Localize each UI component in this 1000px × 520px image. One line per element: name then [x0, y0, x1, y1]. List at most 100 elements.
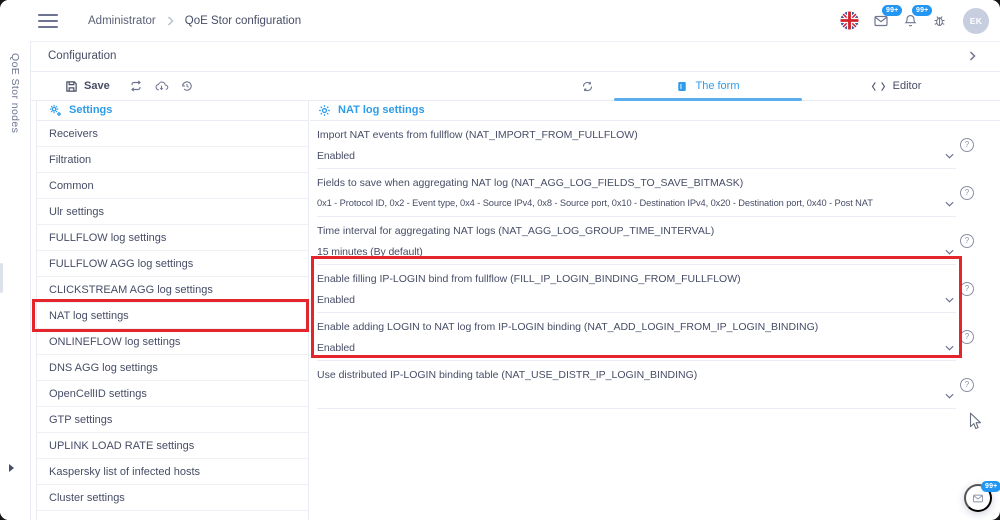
scrollbar-thumb[interactable]	[0, 263, 3, 293]
sidebar-item[interactable]: Filtration	[37, 147, 308, 173]
field-label: Enable adding LOGIN to NAT log from IP-L…	[317, 321, 956, 333]
form-field: Time interval for aggregating NAT logs (…	[317, 217, 956, 265]
field-select[interactable]: Enabled	[317, 342, 954, 354]
field-value: Enabled	[317, 150, 355, 162]
sidebar-item[interactable]: UPLINK LOAD RATE settings	[37, 433, 308, 459]
sidebar-item[interactable]: FULLFLOW log settings	[37, 225, 308, 251]
sidebar-item[interactable]: Common	[37, 173, 308, 199]
field-value: Enabled	[317, 294, 355, 306]
sidebar-item-label: DNS AGG log settings	[49, 362, 158, 374]
form-fields: Import NAT events from fullflow (NAT_IMP…	[317, 121, 956, 409]
form-panel: NAT log settings Import NAT events from …	[310, 100, 1000, 520]
field-label: Use distributed IP-LOGIN binding table (…	[317, 369, 956, 381]
toolbar-icons	[129, 79, 194, 93]
sidebar-item-label: Ulr settings	[49, 206, 104, 218]
chevron-down-icon[interactable]	[945, 249, 954, 255]
sidebar-item-label: Receivers	[49, 128, 98, 140]
help-icon[interactable]	[960, 330, 974, 344]
bug-report-icon[interactable]	[932, 13, 947, 28]
sidebar-item-label: UPLINK LOAD RATE settings	[49, 440, 194, 452]
settings-sidebar-title: Settings	[69, 104, 112, 116]
tab-the-form[interactable]: The form	[614, 72, 802, 100]
help-icon[interactable]	[960, 234, 974, 248]
body: Settings Receivers Filtration Common Ulr…	[31, 100, 1000, 520]
sidebar-item[interactable]: CLICKSTREAM AGG log settings	[37, 277, 308, 303]
form-field: Enable adding LOGIN to NAT log from IP-L…	[317, 313, 956, 361]
sidebar-item-label: NAT log settings	[49, 310, 129, 322]
form-field: Import NAT events from fullflow (NAT_IMP…	[317, 121, 956, 169]
field-value: Enabled	[317, 342, 355, 354]
save-floppy-icon	[65, 80, 78, 93]
chevron-down-icon[interactable]	[945, 345, 954, 351]
sidebar-item[interactable]: Cluster settings	[37, 485, 308, 511]
form-panel-header: NAT log settings	[310, 100, 1000, 121]
settings-sidebar-header: Settings	[37, 100, 308, 121]
chevron-down-icon[interactable]	[945, 393, 954, 399]
form-panel-title: NAT log settings	[338, 104, 425, 116]
sidebar-item[interactable]: DNS AGG log settings	[37, 355, 308, 381]
field-value: 0x1 - Protocol ID, 0x2 - Event type, 0x4…	[317, 198, 873, 210]
toolbar: Save	[31, 72, 1000, 101]
help-icon[interactable]	[960, 282, 974, 296]
refresh-icon[interactable]	[581, 80, 594, 93]
sidebar-item[interactable]: Ulr settings	[37, 199, 308, 225]
menu-icon[interactable]	[38, 14, 58, 28]
expand-arrow-icon[interactable]	[9, 464, 14, 472]
chevron-right-icon[interactable]	[969, 51, 976, 61]
save-button[interactable]: Save	[65, 80, 110, 93]
topbar: Administrator QoE Stor configuration	[0, 0, 1000, 42]
rail-label[interactable]: QoE Stor nodes	[9, 53, 21, 133]
form-field: Use distributed IP-LOGIN binding table (…	[317, 361, 956, 409]
chevron-down-icon[interactable]	[945, 297, 954, 303]
tab-label: Editor	[893, 80, 922, 92]
sidebar-item[interactable]: Kaspersky list of infected hosts	[37, 459, 308, 485]
sidebar-item[interactable]: Receivers	[37, 121, 308, 147]
content: Configuration Save	[31, 41, 1000, 520]
field-select[interactable]	[317, 390, 954, 402]
field-label: Enable filling IP-LOGIN bind from fullfl…	[317, 273, 956, 285]
field-label: Fields to save when aggregating NAT log …	[317, 177, 956, 189]
notifications-badge: 99+	[912, 5, 932, 16]
avatar[interactable]: EK	[963, 8, 989, 34]
field-label: Import NAT events from fullflow (NAT_IMP…	[317, 129, 956, 141]
sidebar-item[interactable]: FULLFLOW AGG log settings	[37, 251, 308, 277]
language-flag-icon[interactable]	[840, 11, 859, 30]
sidebar-item-label: CLICKSTREAM AGG log settings	[49, 284, 213, 296]
breadcrumb-current: QoE Stor configuration	[185, 15, 301, 27]
configuration-header[interactable]: Configuration	[31, 41, 1000, 72]
field-select[interactable]: Enabled	[317, 294, 954, 306]
sync-repeat-icon[interactable]	[129, 79, 143, 93]
form-field: Enable filling IP-LOGIN bind from fullfl…	[317, 265, 956, 313]
topbar-actions: 99+ 99+ EK	[826, 8, 989, 34]
chevron-down-icon[interactable]	[945, 201, 954, 207]
cloud-download-icon[interactable]	[154, 79, 169, 93]
gears-icon	[49, 104, 62, 117]
chevron-down-icon[interactable]	[945, 153, 954, 159]
chevron-right-icon	[167, 16, 174, 26]
floating-messages-button[interactable]: 99+	[964, 484, 992, 512]
field-select[interactable]: Enabled	[317, 150, 954, 162]
help-icon[interactable]	[960, 378, 974, 392]
sidebar-item-label: Cluster settings	[49, 492, 125, 504]
field-select[interactable]: 0x1 - Protocol ID, 0x2 - Event type, 0x4…	[317, 198, 954, 210]
breadcrumb-parent[interactable]: Administrator	[88, 15, 156, 27]
tab-editor[interactable]: Editor	[802, 72, 990, 100]
sidebar-item[interactable]: ONLINEFLOW log settings	[37, 329, 308, 355]
sidebar-item[interactable]: OpenCellID settings	[37, 381, 308, 407]
sidebar-item[interactable]: NAT log settings	[37, 303, 308, 329]
form-field: Fields to save when aggregating NAT log …	[317, 169, 956, 217]
settings-list: Receivers Filtration Common Ulr settings…	[37, 121, 308, 511]
field-select[interactable]: 15 minutes (By default)	[317, 246, 954, 258]
sidebar-item-label: GTP settings	[49, 414, 112, 426]
sidebar-item[interactable]: GTP settings	[37, 407, 308, 433]
messages-icon[interactable]: 99+	[873, 13, 889, 29]
history-icon[interactable]	[180, 79, 194, 93]
help-icon[interactable]	[960, 138, 974, 152]
help-icon[interactable]	[960, 186, 974, 200]
tab-label: The form	[695, 80, 739, 92]
notifications-bell-icon[interactable]: 99+	[903, 13, 918, 29]
sidebar-item-label: FULLFLOW AGG log settings	[49, 258, 193, 270]
field-value: 15 minutes (By default)	[317, 246, 423, 258]
sidebar-item-label: Common	[49, 180, 94, 192]
left-rail: QoE Stor nodes	[0, 41, 31, 520]
